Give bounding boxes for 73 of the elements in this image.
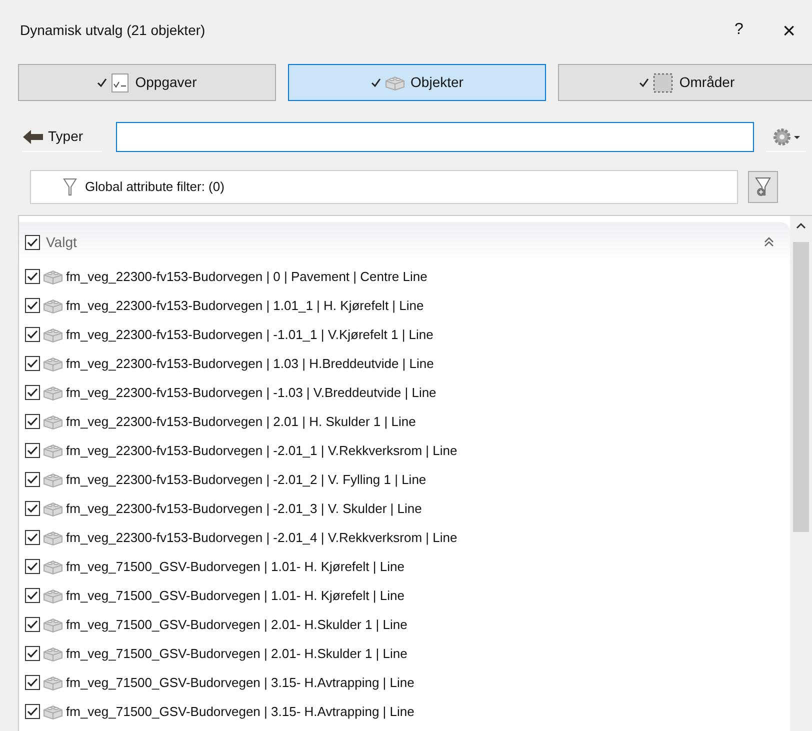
checkbox[interactable]: [25, 234, 40, 250]
check-icon: [97, 78, 108, 88]
checkbox[interactable]: [25, 646, 40, 661]
checkbox[interactable]: [25, 617, 40, 632]
brick-icon: [43, 298, 63, 314]
checkbox[interactable]: [25, 559, 40, 574]
collapse-icon[interactable]: [764, 237, 774, 247]
back-button[interactable]: Typer: [22, 122, 102, 152]
list-item[interactable]: fm_veg_71500_GSV-Budorvegen | 2.01- H.Skulder 1 | Line: [66, 614, 408, 634]
checkbox[interactable]: [25, 327, 40, 342]
check-icon: [370, 78, 381, 88]
settings-icon: [771, 126, 801, 146]
brick-icon: [43, 646, 63, 662]
checkbox[interactable]: [25, 472, 40, 487]
checkbox[interactable]: [25, 588, 40, 603]
help-button[interactable]: ?: [724, 18, 754, 42]
add-filter-button[interactable]: [748, 171, 778, 203]
brick-icon: [43, 616, 63, 632]
scrollbar[interactable]: [790, 216, 812, 731]
list-item[interactable]: fm_veg_22300-fv153-Budorvegen | -1.01_1 | V.Kjørefelt 1 | Line: [66, 324, 434, 344]
checklist-icon: [111, 72, 130, 92]
group-label: Valgt: [46, 232, 78, 252]
checkbox[interactable]: [25, 675, 40, 690]
brick-icon: [43, 558, 63, 574]
check-icon: [639, 78, 650, 88]
brick-icon: [43, 442, 63, 458]
checkbox[interactable]: [25, 704, 40, 719]
close-button[interactable]: ×: [774, 14, 804, 46]
brick-icon: [43, 384, 63, 400]
checkbox[interactable]: [25, 530, 40, 545]
brick-icon: [43, 472, 63, 488]
window-title: Dynamisk utvalg (21 objekter): [20, 20, 206, 40]
list-item[interactable]: fm_veg_22300-fv153-Budorvegen | -2.01_3 | V. Skulder | Line: [66, 498, 422, 518]
filter-bar[interactable]: Global attribute filter: (0): [30, 170, 738, 204]
checkbox[interactable]: [25, 356, 40, 371]
tab[interactable]: Oppgaver: [18, 64, 276, 101]
checkbox[interactable]: [25, 501, 40, 516]
checkbox[interactable]: [25, 443, 40, 458]
checkbox[interactable]: [25, 269, 40, 284]
brick-icon: [43, 414, 63, 430]
dashed-square-icon: [653, 72, 674, 92]
brick-icon: [43, 588, 63, 604]
list-item[interactable]: fm_veg_71500_GSV-Budorvegen | 1.01- H. Kjørefelt | Line: [66, 586, 404, 606]
checkbox[interactable]: [25, 414, 40, 429]
list-item[interactable]: fm_veg_22300-fv153-Budorvegen | -2.01_4 | V.Rekkverksrom | Line: [66, 528, 458, 548]
list-item[interactable]: fm_veg_71500_GSV-Budorvegen | 1.01- H. Kjørefelt | Line: [66, 556, 404, 576]
list-item[interactable]: fm_veg_22300-fv153-Budorvegen | -2.01_1 | V.Rekkverksrom | Line: [66, 440, 458, 460]
list-item[interactable]: fm_veg_22300-fv153-Budorvegen | -1.03 | V.Breddeutvide | Line: [66, 382, 436, 402]
filter-label: Global attribute filter: (0): [85, 178, 224, 196]
list-item[interactable]: fm_veg_22300-fv153-Budorvegen | 1.01_1 | H. Kjørefelt | Line: [66, 296, 424, 316]
tab[interactable]: Objekter: [288, 64, 546, 101]
search-field[interactable]: [116, 122, 754, 152]
brick-icon: [43, 326, 63, 342]
tab[interactable]: Områder: [558, 64, 812, 101]
funnel-plus-icon: [755, 176, 771, 198]
arrow-left-icon: [22, 128, 44, 144]
brick-icon: [43, 674, 63, 690]
brick-icon: [43, 704, 63, 720]
list-item[interactable]: fm_veg_71500_GSV-Budorvegen | 3.15- H.Avtrapping | Line: [66, 702, 414, 722]
brick-icon: [43, 356, 63, 372]
checkbox[interactable]: [25, 385, 40, 400]
brick-icon: [43, 530, 63, 546]
list-item[interactable]: fm_veg_71500_GSV-Budorvegen | 3.15- H.Avtrapping | Line: [66, 672, 414, 692]
funnel-icon: [63, 177, 77, 197]
list-item[interactable]: fm_veg_22300-fv153-Budorvegen | 0 | Pavement | Centre Line: [66, 266, 428, 286]
checkbox[interactable]: [25, 298, 40, 313]
list-item[interactable]: fm_veg_22300-fv153-Budorvegen | 1.03 | H.Breddeutvide | Line: [66, 354, 434, 374]
list-item[interactable]: fm_veg_22300-fv153-Budorvegen | 2.01 | H. Skulder 1 | Line: [66, 412, 416, 432]
brick-icon: [43, 268, 63, 284]
list-item[interactable]: fm_veg_71500_GSV-Budorvegen | 2.01- H.Skulder 1 | Line: [66, 644, 408, 664]
list-item[interactable]: fm_veg_22300-fv153-Budorvegen | -2.01_2 | V. Fylling 1 | Line: [66, 470, 426, 490]
brick-icon: [43, 500, 63, 516]
brick-icon: [384, 74, 405, 90]
